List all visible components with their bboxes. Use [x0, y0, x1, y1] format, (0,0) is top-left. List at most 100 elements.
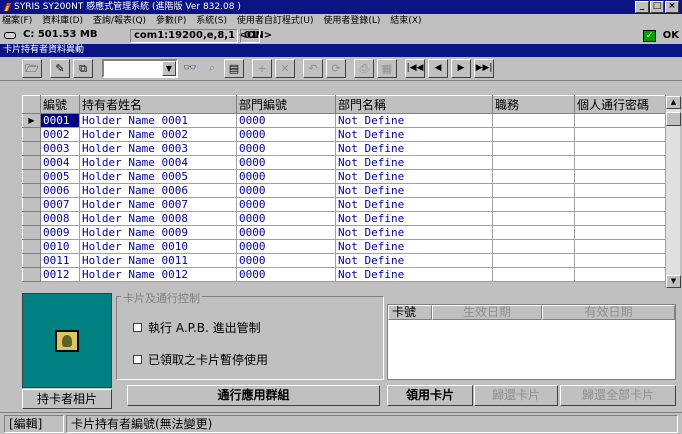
chevron-down-icon[interactable]: ▼	[162, 61, 176, 76]
row-selector[interactable]	[22, 141, 41, 156]
issue-card-button[interactable]: 領用卡片	[387, 385, 473, 406]
cell-dept-id[interactable]: 0000	[236, 211, 336, 226]
suspend-card-checkbox[interactable]: 已領取之卡片暫停使用	[133, 351, 268, 368]
delete-icon[interactable]: ✕	[275, 59, 295, 78]
cell-dept-id[interactable]: 0000	[236, 113, 336, 128]
cell-holder-name[interactable]: Holder Name 0011	[79, 253, 237, 268]
cell-dept-name[interactable]: Not Define	[335, 113, 493, 128]
scroll-down-icon[interactable]: ▼	[666, 275, 681, 288]
menu-parameters[interactable]: 參數(P)	[156, 16, 186, 26]
scroll-up-icon[interactable]: ▲	[666, 96, 681, 109]
cell-holder-name[interactable]: Holder Name 0008	[79, 211, 237, 226]
cell-pin[interactable]	[574, 197, 666, 212]
grid-scrollbar[interactable]: ▲ ▼	[665, 96, 681, 288]
next-record-icon[interactable]: ▶	[451, 59, 471, 78]
return-all-cards-button[interactable]: 歸還全部卡片	[560, 385, 676, 406]
cell-id[interactable]: 0002	[40, 127, 80, 142]
column-header-dept-name[interactable]: 部門名稱	[335, 95, 493, 114]
cell-pin[interactable]	[574, 141, 666, 156]
menu-query-report[interactable]: 查詢/報表(Q)	[93, 16, 146, 26]
table-row[interactable]: 0003 Holder Name 0003 0000 Not Define	[22, 141, 666, 156]
card-list-header-card-no[interactable]: 卡號	[388, 305, 432, 320]
last-record-icon[interactable]: ▶▶|	[474, 59, 494, 78]
table-row[interactable]: 0005 Holder Name 0005 0000 Not Define	[22, 169, 666, 184]
cell-id[interactable]: 0005	[40, 169, 80, 184]
cell-dept-name[interactable]: Not Define	[335, 169, 493, 184]
table-row[interactable]: 0011 Holder Name 0011 0000 Not Define	[22, 253, 666, 268]
cell-dept-id[interactable]: 0000	[236, 127, 336, 142]
card-list-header-expiry-date[interactable]: 有效日期	[542, 305, 675, 320]
column-header-title[interactable]: 職務	[492, 95, 575, 114]
binoculars-icon[interactable]: 👓	[180, 59, 200, 78]
print-icon[interactable]: ⎙	[354, 59, 374, 78]
cell-pin[interactable]	[574, 127, 666, 142]
row-selector[interactable]	[22, 155, 41, 170]
checkbox-icon[interactable]	[133, 355, 142, 364]
cell-title[interactable]	[492, 169, 575, 184]
cell-holder-name[interactable]: Holder Name 0012	[79, 267, 237, 282]
cell-holder-name[interactable]: Holder Name 0003	[79, 141, 237, 156]
cell-holder-name[interactable]: Holder Name 0005	[79, 169, 237, 184]
row-selector[interactable]	[22, 225, 41, 240]
table-row[interactable]: 0004 Holder Name 0004 0000 Not Define	[22, 155, 666, 170]
menu-system[interactable]: 系統(S)	[196, 16, 227, 26]
cell-pin[interactable]	[574, 211, 666, 226]
cell-id[interactable]: 0007	[40, 197, 80, 212]
undo-icon[interactable]: ↶	[303, 59, 323, 78]
row-selector[interactable]	[22, 169, 41, 184]
cell-id[interactable]: 0004	[40, 155, 80, 170]
cell-title[interactable]	[492, 197, 575, 212]
cell-dept-name[interactable]: Not Define	[335, 183, 493, 198]
menu-user-login[interactable]: 使用者登錄(L)	[323, 16, 380, 26]
menu-exit[interactable]: 結束(X)	[390, 16, 421, 26]
cell-holder-name[interactable]: Holder Name 0001	[79, 113, 237, 128]
holder-photo-button[interactable]: 持卡者相片	[22, 389, 112, 409]
row-selector[interactable]	[22, 183, 41, 198]
cell-title[interactable]	[492, 113, 575, 128]
access-group-button[interactable]: 通行應用群組	[127, 385, 380, 406]
cell-pin[interactable]	[574, 239, 666, 254]
cell-dept-name[interactable]: Not Define	[335, 155, 493, 170]
cell-dept-name[interactable]: Not Define	[335, 197, 493, 212]
cell-holder-name[interactable]: Holder Name 0004	[79, 155, 237, 170]
print-preview-icon[interactable]: ▦	[377, 59, 397, 78]
cell-title[interactable]	[492, 211, 575, 226]
table-row[interactable]: 0007 Holder Name 0007 0000 Not Define	[22, 197, 666, 212]
cell-id[interactable]: 0001	[40, 113, 80, 128]
column-header-name[interactable]: 持有者姓名	[79, 95, 237, 114]
cell-title[interactable]	[492, 225, 575, 240]
cell-title[interactable]	[492, 253, 575, 268]
cell-dept-id[interactable]: 0000	[236, 141, 336, 156]
cell-pin[interactable]	[574, 113, 666, 128]
cell-dept-id[interactable]: 0000	[236, 253, 336, 268]
cell-id[interactable]: 0009	[40, 225, 80, 240]
column-header-id[interactable]: 編號	[40, 95, 80, 114]
add-icon[interactable]: +	[252, 59, 272, 78]
cell-title[interactable]	[492, 239, 575, 254]
cell-dept-id[interactable]: 0000	[236, 183, 336, 198]
scroll-thumb[interactable]	[666, 112, 681, 126]
cell-pin[interactable]	[574, 183, 666, 198]
cell-pin[interactable]	[574, 155, 666, 170]
cell-dept-id[interactable]: 0000	[236, 239, 336, 254]
cell-id[interactable]: 0011	[40, 253, 80, 268]
cell-dept-name[interactable]: Not Define	[335, 239, 493, 254]
cell-title[interactable]	[492, 127, 575, 142]
cell-title[interactable]	[492, 141, 575, 156]
table-row[interactable]: 0008 Holder Name 0008 0000 Not Define	[22, 211, 666, 226]
table-row[interactable]: 0006 Holder Name 0006 0000 Not Define	[22, 183, 666, 198]
cell-holder-name[interactable]: Holder Name 0010	[79, 239, 237, 254]
cell-id[interactable]: 0012	[40, 267, 80, 282]
menu-file[interactable]: 檔案(F)	[2, 16, 32, 26]
cell-dept-id[interactable]: 0000	[236, 197, 336, 212]
cell-title[interactable]	[492, 267, 575, 282]
table-row[interactable]: 0002 Holder Name 0002 0000 Not Define	[22, 127, 666, 142]
maximize-button[interactable]: □	[650, 1, 664, 13]
cell-id[interactable]: 0010	[40, 239, 80, 254]
cell-pin[interactable]	[574, 267, 666, 282]
cell-dept-name[interactable]: Not Define	[335, 225, 493, 240]
cell-holder-name[interactable]: Holder Name 0009	[79, 225, 237, 240]
cell-pin[interactable]	[574, 253, 666, 268]
cell-title[interactable]	[492, 183, 575, 198]
minimize-button[interactable]: _	[635, 1, 649, 13]
